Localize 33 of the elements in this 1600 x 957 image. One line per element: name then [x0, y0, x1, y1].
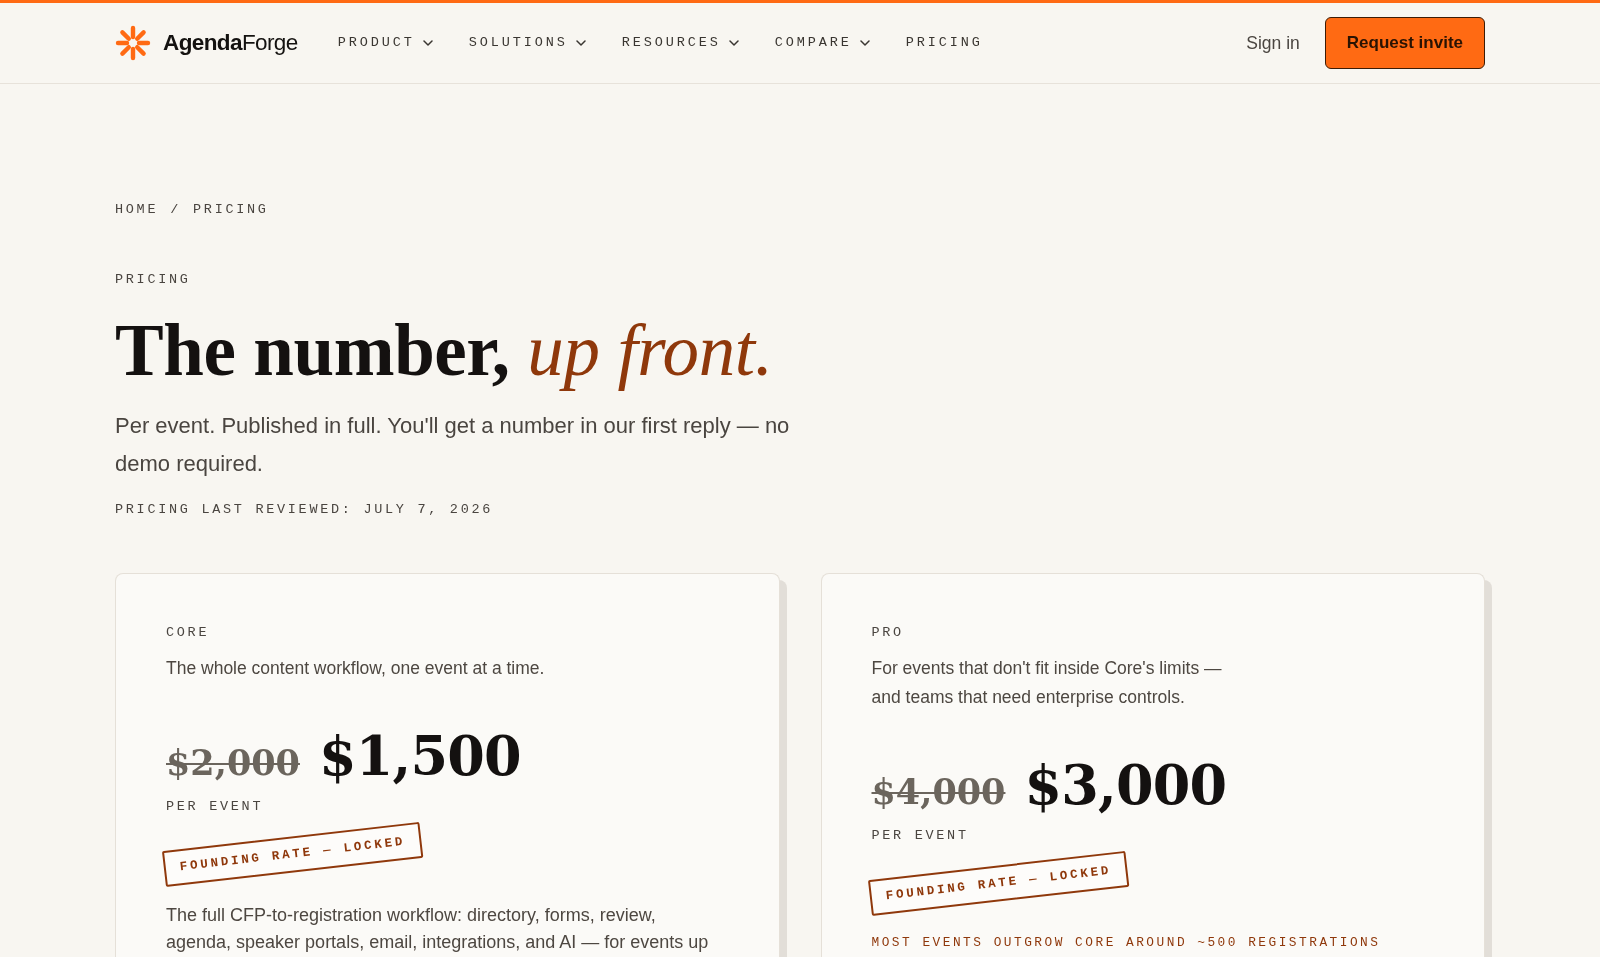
plan-price: $1,500	[318, 726, 521, 787]
nav-dropdown[interactable]: SOLUTIONS	[468, 32, 586, 54]
nav-dropdown[interactable]: COMPARE	[774, 32, 870, 54]
plan-name: PRO	[871, 624, 905, 642]
plan-note: MOST EVENTS OUTGROW CORE AROUND ~500 REGISTRATIONS	[871, 934, 1382, 953]
plan-description: The whole content workflow, one event at a time.	[166, 657, 546, 680]
plan-details: The full CFP-to-registration workflow: directory, forms, review, agenda, speaker portals, email, integrations, and AI — for events up	[166, 904, 710, 955]
nav-dropdown[interactable]: PRODUCT	[337, 32, 433, 54]
asterisk-logo-icon[interactable]	[115, 25, 151, 61]
last-reviewed-date: PRICING LAST REVIEWED: JULY 7, 2026	[115, 501, 495, 519]
plan-name: CORE	[166, 624, 211, 642]
section-eyebrow: PRICING	[115, 271, 192, 289]
old-price: $4,000	[871, 770, 1006, 814]
founding-rate-stamp: FOUNDING RATE — LOCKED	[161, 821, 423, 887]
price-unit: PER EVENT	[166, 797, 265, 816]
request-invite-button[interactable]: Request invite	[1324, 17, 1485, 69]
plan-description: For events that don't fit inside Core's limits — and teams that need enterprise controls.	[871, 657, 1223, 709]
sign-in-link[interactable]: Sign in	[1246, 29, 1300, 57]
chevron-down-icon	[728, 40, 739, 46]
nav-dropdown[interactable]: RESOURCES	[621, 32, 739, 54]
chevron-down-icon	[575, 40, 586, 46]
chevron-down-icon	[422, 40, 433, 46]
price-unit: PER EVENT	[871, 826, 970, 845]
old-price: $2,000	[166, 741, 300, 785]
founding-rate-stamp: FOUNDING RATE — LOCKED	[867, 850, 1129, 916]
plan-price: $3,000	[1024, 755, 1227, 816]
nav-link[interactable]: PRICING	[905, 32, 983, 54]
breadcrumb-link[interactable]: HOME	[115, 200, 159, 220]
breadcrumb-current: PRICING	[193, 201, 269, 219]
chevron-down-icon	[859, 40, 870, 46]
breadcrumb-separator: /	[170, 201, 182, 219]
brand-name[interactable]: AgendaForge	[163, 26, 298, 60]
page-subtitle: Per event. Published in full. You'll get a number in our first reply — no demo required.	[115, 412, 791, 478]
